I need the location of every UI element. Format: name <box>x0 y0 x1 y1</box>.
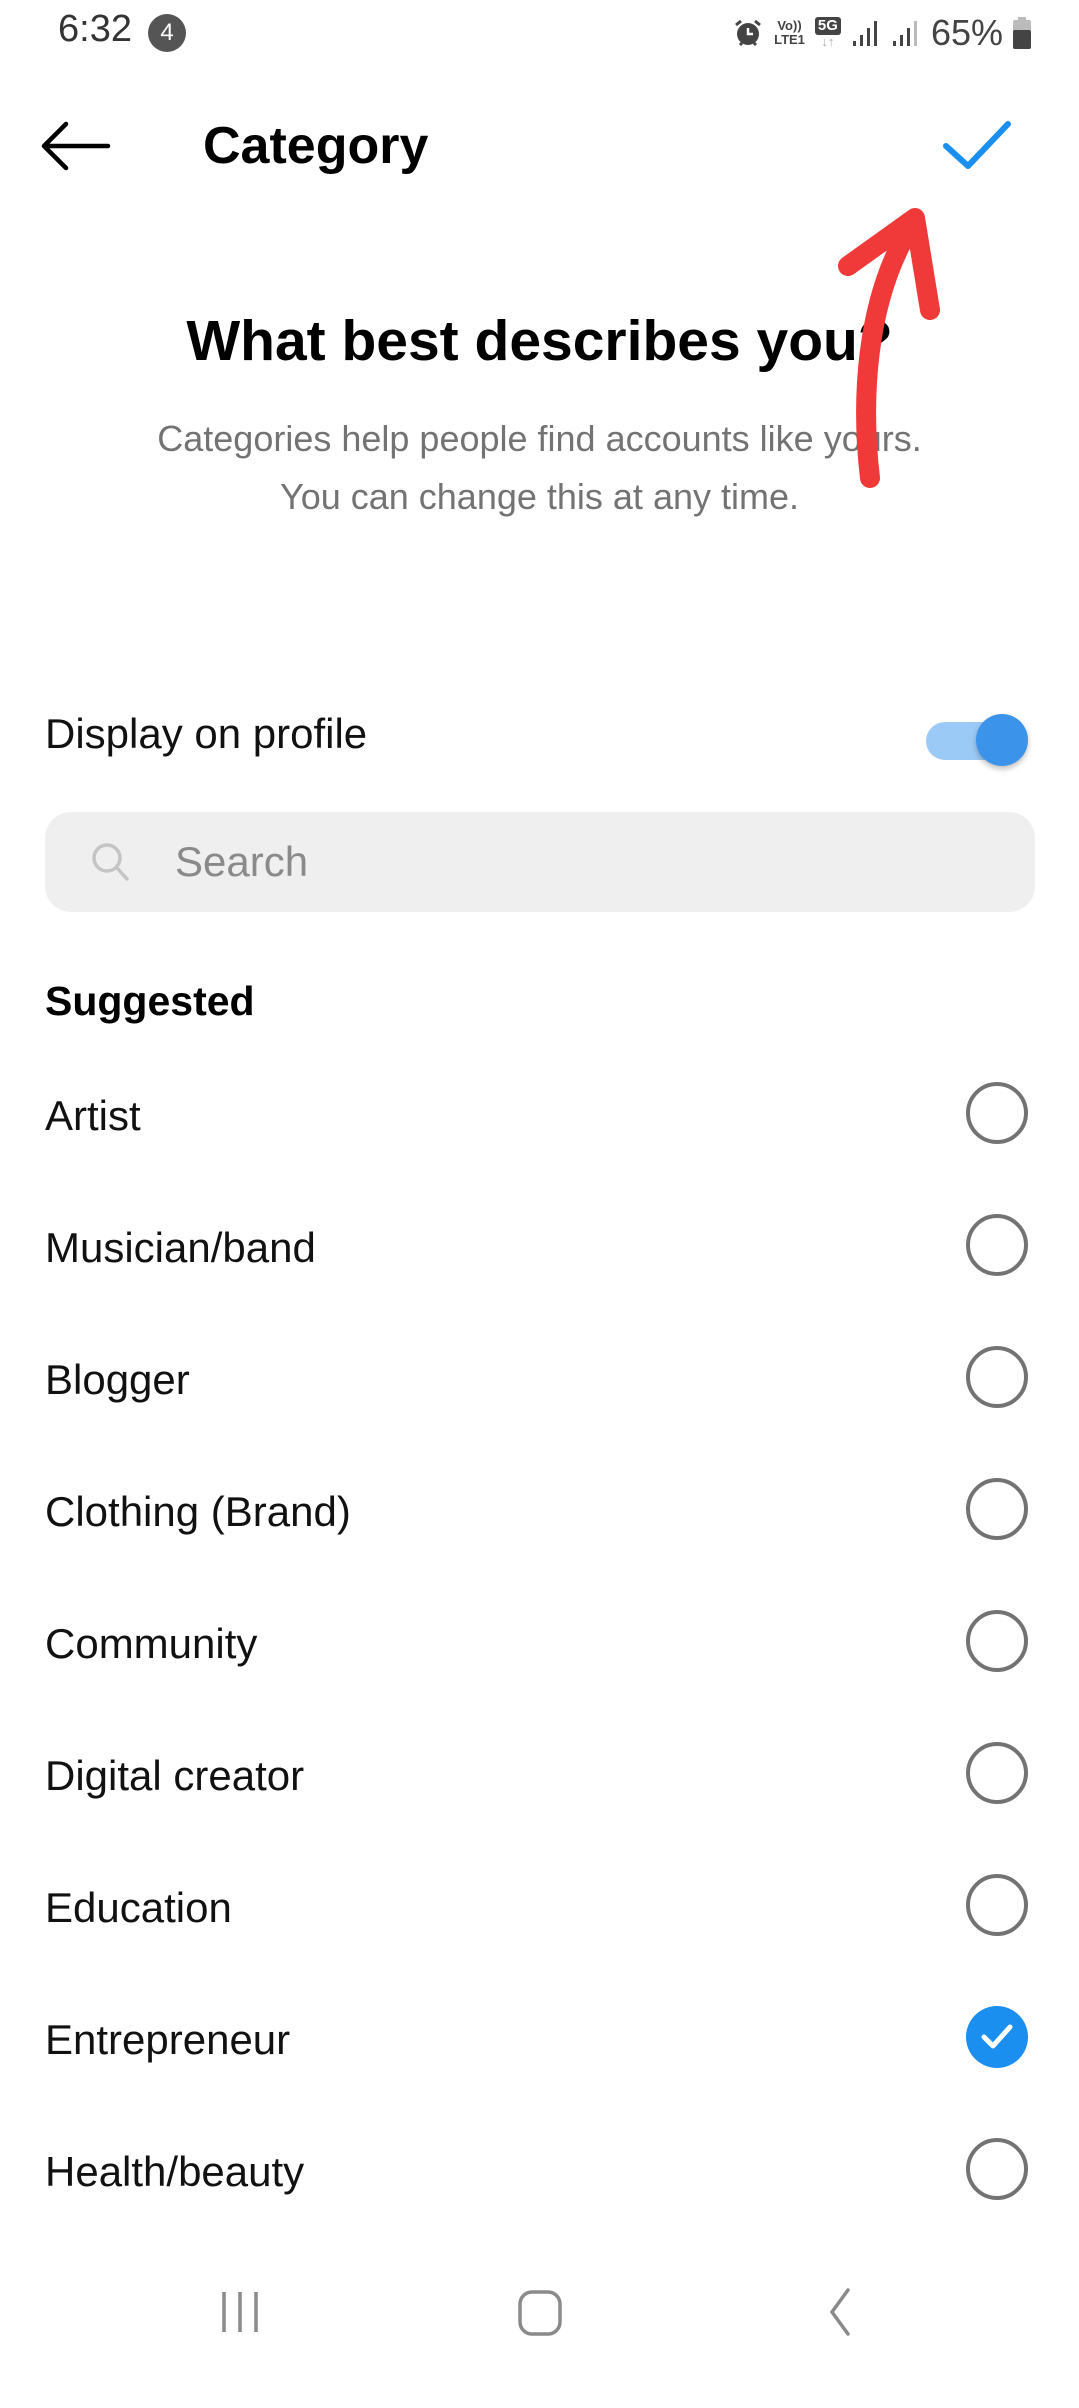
battery-icon <box>1013 17 1031 49</box>
category-label: Health/beauty <box>45 2148 305 2195</box>
subtitle: Categories help people find accounts lik… <box>0 410 1079 526</box>
radio-button[interactable] <box>966 2138 1028 2200</box>
category-item-education[interactable]: Education <box>0 1842 1079 1974</box>
category-item-musician-band[interactable]: Musician/band <box>0 1182 1079 1314</box>
category-label: Education <box>45 1884 232 1931</box>
system-back-button[interactable] <box>790 2280 890 2360</box>
radio-button-selected[interactable] <box>966 2006 1028 2068</box>
5g-icon: 5G ↓↑ <box>814 17 841 49</box>
radio-button[interactable] <box>966 1214 1028 1276</box>
category-item-blogger[interactable]: Blogger <box>0 1314 1079 1446</box>
data-arrows: ↓↑ <box>821 34 835 49</box>
toggle-knob <box>976 714 1028 766</box>
page-title: Category <box>203 117 429 175</box>
category-item-community[interactable]: Community <box>0 1578 1079 1710</box>
category-label: Community <box>45 1620 258 1667</box>
status-bar: 6:32 4 Vo)) LTE1 5G ↓↑ 65% <box>0 0 1079 66</box>
radio-button[interactable] <box>966 1346 1028 1408</box>
back-icon <box>829 2288 850 2336</box>
category-label: Entrepreneur <box>45 2016 291 2063</box>
category-label: Digital creator <box>45 1752 305 1799</box>
subtitle-line-2: You can change this at any time. <box>279 476 799 517</box>
recents-icon <box>222 2292 258 2332</box>
notification-count-badge: 4 <box>148 14 186 52</box>
category-item-health-beauty[interactable]: Health/beauty <box>0 2106 1079 2238</box>
search-icon <box>92 843 129 881</box>
category-label: Musician/band <box>45 1224 316 1271</box>
home-icon <box>518 2290 562 2336</box>
display-on-profile-row: Display on profile <box>0 690 1079 780</box>
category-label: Artist <box>45 1092 141 1139</box>
search-input[interactable] <box>173 837 997 887</box>
top-app-bar: Category <box>0 96 1079 196</box>
radio-button[interactable] <box>966 1742 1028 1804</box>
lte-label: LTE1 <box>774 32 805 47</box>
category-item-artist[interactable]: Artist <box>0 1050 1079 1182</box>
category-label: Blogger <box>45 1356 190 1403</box>
radio-button[interactable] <box>966 1610 1028 1672</box>
category-item-digital-creator[interactable]: Digital creator <box>0 1710 1079 1842</box>
signal-icon <box>892 21 917 46</box>
status-icons: Vo)) LTE1 5G ↓↑ 65% <box>732 10 1031 56</box>
checkmark-icon <box>981 2024 1013 2049</box>
annotation-arrow-head <box>838 208 940 320</box>
category-list: Artist Musician/band Blogger Clothing (B… <box>0 1050 1079 2238</box>
home-button[interactable] <box>490 2280 590 2360</box>
alarm-icon <box>735 19 762 47</box>
checkmark-icon <box>943 121 1011 169</box>
5g-label: 5G <box>814 17 841 35</box>
arrow-left-icon <box>41 121 111 171</box>
display-on-profile-label: Display on profile <box>45 710 368 757</box>
category-item-clothing-brand[interactable]: Clothing (Brand) <box>0 1446 1079 1578</box>
radio-button[interactable] <box>966 1082 1028 1144</box>
battery-percent: 65% <box>930 12 1003 53</box>
subtitle-line-1: Categories help people find accounts lik… <box>157 418 922 459</box>
display-on-profile-toggle[interactable] <box>922 708 1032 768</box>
status-time: 6:32 <box>58 8 132 50</box>
system-navigation-bar <box>0 2240 1079 2408</box>
volte-label: Vo)) <box>777 18 802 33</box>
radio-button[interactable] <box>966 1478 1028 1540</box>
back-button[interactable] <box>38 118 114 174</box>
suggested-section-title: Suggested <box>45 978 255 1024</box>
confirm-button[interactable] <box>930 110 1020 182</box>
category-label: Clothing (Brand) <box>45 1488 351 1535</box>
category-item-entrepreneur[interactable]: Entrepreneur <box>0 1974 1079 2106</box>
signal-icon <box>852 21 877 46</box>
recents-button[interactable] <box>190 2280 290 2360</box>
radio-button[interactable] <box>966 1874 1028 1936</box>
search-box[interactable] <box>45 812 1035 912</box>
question-heading: What best describes you? <box>186 309 893 373</box>
volte-icon: Vo)) LTE1 <box>774 19 805 47</box>
